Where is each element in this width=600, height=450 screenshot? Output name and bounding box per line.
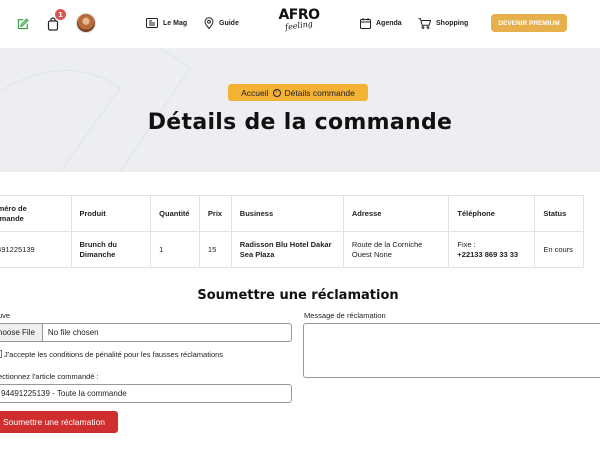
- accept-terms-label: J'accepte les conditions de pénalité pou…: [4, 350, 224, 359]
- message-label: Message de réclamation: [304, 311, 386, 320]
- location-pin-icon: [204, 17, 214, 29]
- order-details-table: uméro de mmande Produit Quantité Prix Bu…: [0, 195, 584, 268]
- nav-agenda[interactable]: Agenda: [360, 16, 402, 30]
- nav-shopping-label: Shopping: [436, 19, 469, 27]
- breadcrumb: Accueil › Détails commande: [228, 84, 368, 101]
- afrofeeling-logo[interactable]: AFRO feeling: [276, 8, 322, 40]
- phone-number: +22133 869 33 33: [457, 249, 519, 259]
- accept-terms-checkbox[interactable]: [0, 350, 2, 358]
- col-product: Produit: [70, 195, 152, 232]
- cell-phone: Fixe : +22133 869 33 33: [448, 231, 536, 268]
- shopping-cart-icon: [418, 17, 431, 29]
- become-premium-button[interactable]: DEVENIR PREMIUM: [491, 14, 567, 32]
- nav-guide-label: Guide: [219, 19, 239, 27]
- file-name-text: No file chosen: [47, 328, 99, 337]
- nav-le-mag-label: Le Mag: [163, 19, 188, 27]
- phone-label: Fixe :: [457, 239, 476, 249]
- edit-icon[interactable]: [14, 16, 30, 32]
- col-order-number: uméro de mmande: [0, 195, 72, 232]
- cell-order-number: 4491225139: [0, 231, 72, 268]
- nav-guide[interactable]: Guide: [204, 16, 239, 30]
- proof-file-input[interactable]: hoose File No file chosen: [0, 323, 292, 342]
- user-avatar[interactable]: [76, 13, 96, 33]
- choose-file-button[interactable]: hoose File: [0, 324, 43, 341]
- cell-price: 15: [198, 231, 232, 268]
- complaint-form-title: Soumettre une réclamation: [197, 288, 399, 303]
- submit-complaint-button[interactable]: Soumettre une réclamation: [0, 411, 118, 433]
- cell-quantity: 1: [150, 231, 200, 268]
- breadcrumb-current: Détails commande: [284, 87, 355, 98]
- complaint-message-textarea[interactable]: [303, 323, 600, 378]
- breadcrumb-home[interactable]: Accueil: [241, 88, 268, 98]
- cart-count-badge: 1: [55, 9, 66, 20]
- table-row: 4491225139 Brunch du Dimanche 1 15 Radis…: [0, 231, 584, 268]
- page-hero: Accueil › Détails commande Détails de la…: [0, 48, 600, 172]
- select-article-label: ectionnez l'article commandé :: [0, 372, 99, 381]
- calendar-icon: [360, 17, 371, 29]
- proof-label: uve: [0, 311, 11, 320]
- nav-le-mag[interactable]: Le Mag: [146, 16, 187, 30]
- page-title: Détails de la commande: [147, 110, 453, 135]
- col-business: Business: [230, 195, 344, 232]
- col-quantity: Quantité: [150, 195, 200, 232]
- article-select[interactable]: 94491225139 - Toute la commande: [0, 384, 292, 403]
- chevron-right-icon: ›: [272, 88, 281, 97]
- nav-shopping[interactable]: Shopping: [418, 16, 468, 30]
- col-address: Adresse: [342, 195, 450, 232]
- cell-status: En cours: [534, 231, 584, 268]
- cell-business: Radisson Blu Hotel Dakar Sea Plaza: [230, 231, 344, 268]
- cell-product: Brunch du Dimanche: [70, 231, 152, 268]
- col-phone: Téléphone: [448, 195, 536, 232]
- magazine-icon: [146, 18, 158, 28]
- col-status: Status: [534, 195, 584, 232]
- site-header: 1 Le Mag Guide AFRO feeling Agenda Shopp…: [0, 0, 600, 48]
- col-price: Prix: [198, 195, 232, 232]
- table-header-row: uméro de mmande Produit Quantité Prix Bu…: [0, 195, 584, 232]
- cell-address: Route de la Corniche Ouest None: [342, 231, 450, 268]
- nav-agenda-label: Agenda: [376, 19, 402, 27]
